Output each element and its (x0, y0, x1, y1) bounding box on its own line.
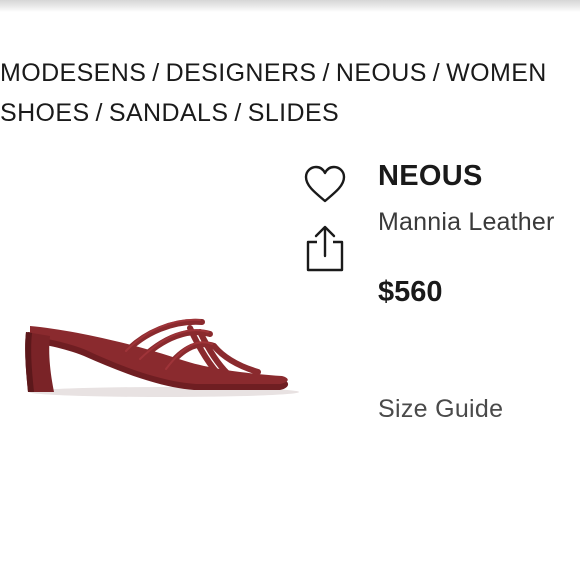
breadcrumb-separator: / (95, 99, 103, 127)
product-price: $560 (378, 276, 443, 308)
breadcrumb-line-2: SHOES / SANDALS / SLIDES (0, 93, 580, 133)
breadcrumb-separator: / (322, 59, 330, 87)
breadcrumb-separator: / (432, 59, 441, 87)
breadcrumb-item-modesens[interactable]: MODESENS (0, 59, 146, 87)
breadcrumb-item-designers[interactable]: DESIGNERS (166, 59, 317, 87)
breadcrumb-item-women[interactable]: WOMEN (446, 59, 547, 87)
breadcrumb-item-shoes[interactable]: SHOES (0, 99, 90, 127)
breadcrumb-line-1: MODESENS / DESIGNERS / NEOUS / WOMEN (0, 53, 580, 93)
product-name: Mannia Leather (378, 208, 555, 236)
share-icon (306, 225, 344, 272)
size-guide-link[interactable]: Size Guide (378, 395, 503, 424)
breadcrumb-item-neous[interactable]: NEOUS (336, 59, 427, 87)
product-image[interactable] (14, 292, 299, 404)
favorite-button[interactable] (300, 160, 350, 210)
header-shadow (0, 0, 580, 12)
breadcrumb-separator: / (152, 59, 160, 87)
sandal-image (25, 318, 299, 397)
breadcrumb-item-slides[interactable]: SLIDES (248, 99, 339, 127)
share-button[interactable] (300, 224, 350, 274)
product-brand[interactable]: NEOUS (378, 160, 483, 193)
breadcrumb-separator: / (234, 99, 242, 127)
breadcrumb: MODESENS / DESIGNERS / NEOUS / WOMEN SHOES / SAN… (0, 53, 580, 133)
heart-icon (304, 165, 346, 203)
breadcrumb-item-sandals[interactable]: SANDALS (109, 99, 229, 127)
product-page: MODESENS / DESIGNERS / NEOUS / WOMEN SHOES / SAN… (0, 0, 580, 580)
